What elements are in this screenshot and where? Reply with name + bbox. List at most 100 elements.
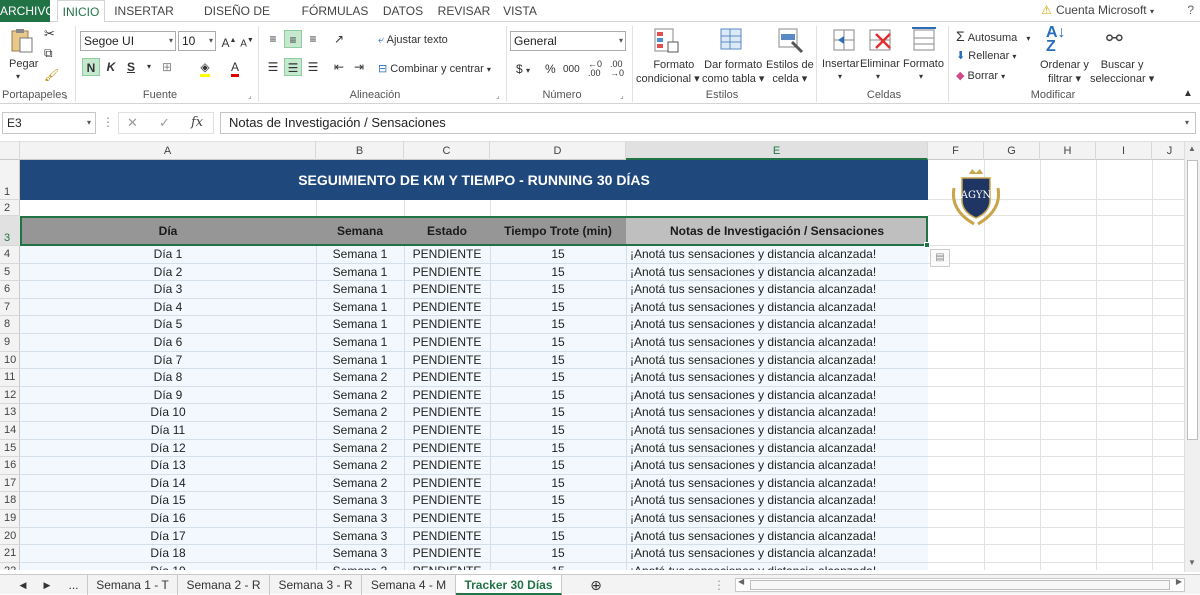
percent-button[interactable]: % xyxy=(545,62,556,76)
chevron-down-icon[interactable]: ▾ xyxy=(16,72,20,81)
cell-notas[interactable]: ¡Anotá tus sensaciones y distancia alcan… xyxy=(628,299,928,316)
format-table-icon[interactable] xyxy=(718,26,746,54)
cell-semana[interactable]: Semana 1 xyxy=(316,316,404,333)
row-header[interactable]: 3 xyxy=(0,216,20,246)
cut-icon[interactable]: ✂ xyxy=(44,26,55,42)
sheet-title-cell[interactable]: SEGUIMIENTO DE KM Y TIEMPO - RUNNING 30 … xyxy=(20,160,928,200)
launcher-icon[interactable]: ⌟ xyxy=(64,91,68,100)
cell-estado[interactable]: PENDIENTE xyxy=(404,352,490,369)
cell-tiempo[interactable]: 15 xyxy=(490,440,626,457)
cell-tiempo[interactable]: 15 xyxy=(490,246,626,263)
format-cells-icon[interactable] xyxy=(910,26,938,54)
scroll-up-icon[interactable]: ▲ xyxy=(1188,144,1196,153)
account-menu[interactable]: ⚠ Cuenta Microsoft ▾ xyxy=(1041,3,1154,17)
select-all-corner[interactable] xyxy=(0,142,20,160)
cell-tiempo[interactable]: 15 xyxy=(490,369,626,386)
cell-tiempo[interactable]: 15 xyxy=(490,387,626,404)
cell-dia[interactable]: Día 10 xyxy=(20,404,316,421)
row-header[interactable]: 10 xyxy=(0,352,20,370)
paste-icon[interactable] xyxy=(8,26,36,54)
copy-icon[interactable]: ⧉ xyxy=(44,46,53,61)
cell-notas[interactable]: ¡Anotá tus sensaciones y distancia alcan… xyxy=(628,545,928,562)
cell-estado[interactable]: PENDIENTE xyxy=(404,334,490,351)
cell-dia[interactable]: Día 11 xyxy=(20,422,316,439)
horizontal-scroll-thumb[interactable] xyxy=(750,580,1170,590)
scroll-left-icon[interactable]: ◀ xyxy=(738,577,744,586)
cell-dia[interactable]: Día 14 xyxy=(20,475,316,492)
cell-tiempo[interactable]: 15 xyxy=(490,475,626,492)
tab-revisar[interactable]: REVISAR xyxy=(436,0,492,22)
cell-dia[interactable]: Día 6 xyxy=(20,334,316,351)
cell-semana[interactable]: Semana 1 xyxy=(316,281,404,298)
cell-dia[interactable]: Día 16 xyxy=(20,510,316,527)
launcher-icon[interactable]: ⌟ xyxy=(620,91,624,100)
cell-semana[interactable]: Semana 2 xyxy=(316,440,404,457)
align-top-icon[interactable]: ≡ xyxy=(264,30,282,48)
cell-semana[interactable]: Semana 1 xyxy=(316,299,404,316)
tab-datos[interactable]: DATOS xyxy=(378,0,428,22)
add-sheet-icon[interactable]: ⊕ xyxy=(586,575,606,595)
cell-estado[interactable]: PENDIENTE xyxy=(404,475,490,492)
cell-estado[interactable]: PENDIENTE xyxy=(404,264,490,281)
wrap-text-button[interactable]: ⤶ Ajustar texto xyxy=(378,34,448,47)
row-header[interactable]: 9 xyxy=(0,334,20,352)
row-header[interactable]: 20 xyxy=(0,528,20,546)
bold-button[interactable]: N xyxy=(82,58,100,76)
cell-dia[interactable]: Día 18 xyxy=(20,545,316,562)
cell-tiempo[interactable]: 15 xyxy=(490,316,626,333)
cell-dia[interactable]: Día 17 xyxy=(20,528,316,545)
insert-cells-icon[interactable] xyxy=(830,26,858,54)
next-sheet-icon[interactable]: ▶ xyxy=(38,575,56,595)
orientation-icon[interactable]: ↗ xyxy=(330,30,348,48)
formula-input[interactable]: Notas de Investigación / Sensaciones ▾ xyxy=(220,112,1196,134)
row-header[interactable]: 2 xyxy=(0,200,20,216)
cell-notas[interactable]: ¡Anotá tus sensaciones y distancia alcan… xyxy=(628,404,928,421)
cell-estado[interactable]: PENDIENTE xyxy=(404,422,490,439)
format-table-button[interactable]: Dar formato como tabla ▾ xyxy=(702,58,764,86)
number-format-select[interactable]: General ▾ xyxy=(510,31,626,51)
cell-tiempo[interactable]: 15 xyxy=(490,352,626,369)
cell-dia[interactable]: Día 2 xyxy=(20,264,316,281)
cell-dia[interactable]: Día 1 xyxy=(20,246,316,263)
prev-sheet-icon[interactable]: ◀ xyxy=(14,575,32,595)
cell-notas[interactable]: ¡Anotá tus sensaciones y distancia alcan… xyxy=(628,475,928,492)
insert-button[interactable]: Insertar ▾ xyxy=(822,58,859,82)
align-left-icon[interactable]: ☰ xyxy=(264,58,282,76)
row-header[interactable]: 16 xyxy=(0,457,20,475)
confirm-icon[interactable]: ✓ xyxy=(159,113,170,133)
cell-dia[interactable]: Día 5 xyxy=(20,316,316,333)
column-header-a[interactable]: A xyxy=(20,142,316,160)
conditional-format-icon[interactable] xyxy=(652,26,680,54)
merge-center-button[interactable]: ⊟ Combinar y centrar ▾ xyxy=(378,62,491,75)
cell-estado[interactable]: PENDIENTE xyxy=(404,404,490,421)
font-color-icon[interactable]: A xyxy=(226,58,244,77)
row-header[interactable]: 17 xyxy=(0,475,20,493)
increase-indent-icon[interactable]: ⇥ xyxy=(350,58,368,76)
cell-estado[interactable]: PENDIENTE xyxy=(404,387,490,404)
launcher-icon[interactable]: ⌟ xyxy=(248,91,252,100)
cell-estado[interactable]: PENDIENTE xyxy=(404,545,490,562)
binoculars-icon[interactable]: ⚯ xyxy=(1106,26,1123,51)
cell-notas[interactable]: ¡Anotá tus sensaciones y distancia alcan… xyxy=(628,334,928,351)
sheet-tab-tracker[interactable]: Tracker 30 Días xyxy=(456,575,562,595)
delete-button[interactable]: Eliminar ▾ xyxy=(860,58,900,82)
cell-tiempo[interactable]: 15 xyxy=(490,299,626,316)
row-header[interactable]: 14 xyxy=(0,422,20,440)
more-sheets-button[interactable]: ... xyxy=(60,575,88,595)
cell-estado[interactable]: PENDIENTE xyxy=(404,563,490,570)
column-header-j[interactable]: J xyxy=(1152,142,1188,160)
cell-semana[interactable]: Semana 1 xyxy=(316,246,404,263)
cell-notas[interactable]: ¡Anotá tus sensaciones y distancia alcan… xyxy=(628,440,928,457)
cell-dia[interactable]: Día 19 xyxy=(20,563,316,570)
font-name-select[interactable]: Segoe UI ▾ xyxy=(80,31,176,51)
cell-notas[interactable]: ¡Anotá tus sensaciones y distancia alcan… xyxy=(628,528,928,545)
clear-button[interactable]: ◆ Borrar ▾ xyxy=(956,69,1005,82)
cell-dia[interactable]: Día 7 xyxy=(20,352,316,369)
autosum-button[interactable]: Σ Autosuma ▾ xyxy=(956,28,1030,44)
cell-styles-button[interactable]: Estilos de celda ▾ xyxy=(766,58,814,86)
quick-analysis-icon[interactable]: ▤ xyxy=(930,249,950,267)
format-button[interactable]: Formato ▾ xyxy=(903,58,944,82)
cell-semana[interactable]: Semana 2 xyxy=(316,457,404,474)
tab-insertar[interactable]: INSERTAR xyxy=(112,0,176,22)
sheet-tab-semana-4[interactable]: Semana 4 - M xyxy=(362,575,456,595)
